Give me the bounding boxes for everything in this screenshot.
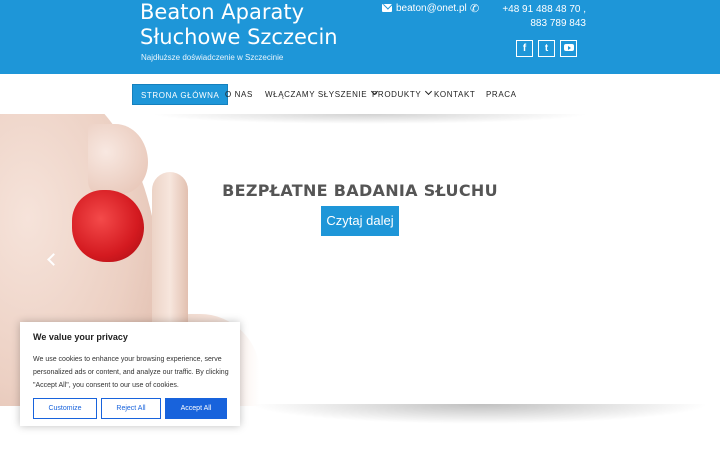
facebook-icon[interactable]: f	[516, 40, 533, 57]
site-title[interactable]: Beaton Aparaty Słuchowe Szczecin	[140, 0, 370, 50]
youtube-play-icon	[563, 44, 574, 51]
hero-title: BEZPŁATNE BADANIA SŁUCHU	[222, 181, 498, 200]
nav-item-work[interactable]: PRACA	[486, 84, 517, 105]
contact-email[interactable]: beaton@onet.pl	[396, 3, 467, 14]
nav-item-home[interactable]: STRONA GŁÓWNA	[132, 84, 229, 105]
youtube-icon[interactable]	[560, 40, 577, 57]
reject-all-button[interactable]: Reject All	[101, 398, 161, 419]
nav-item-contact[interactable]: KONTAKT	[434, 84, 475, 105]
nav-item-label: PRACA	[486, 90, 517, 99]
cookie-title: We value your privacy	[33, 332, 128, 342]
phone-icon: ✆	[470, 3, 480, 15]
cookie-text: We use cookies to enhance your browsing …	[33, 356, 229, 389]
nav-item-about[interactable]: O NAS	[225, 84, 253, 105]
envelope-icon	[382, 4, 392, 12]
nav-shadow	[150, 114, 590, 124]
hero-image-nose	[88, 124, 148, 194]
hero-image-lips	[72, 190, 144, 262]
nav-item-label: KONTAKT	[434, 90, 476, 99]
site-tagline: Najdłuższe doświadczenie w Szczecinie	[141, 53, 284, 62]
nav-item-label: PRODUKTY	[372, 90, 422, 99]
customize-button[interactable]: Customize	[33, 398, 97, 419]
hero-shadow	[250, 404, 710, 424]
nav-item-label: STRONA GŁÓWNA	[141, 91, 220, 100]
chevron-down-icon	[425, 87, 433, 96]
nav-item-products[interactable]: PRODUKTY	[372, 84, 433, 105]
cookie-consent-banner: We value your privacy We use cookies to …	[20, 322, 240, 426]
accept-all-button[interactable]: Accept All	[165, 398, 227, 419]
nav-item-hearing[interactable]: WŁĄCZAMY SŁYSZENIE	[265, 84, 379, 105]
twitter-icon[interactable]: t	[538, 40, 555, 57]
contact-phone[interactable]: +48 91 488 48 70 , 883 789 843	[486, 3, 586, 31]
site-header: Beaton Aparaty Słuchowe Szczecin Najdłuż…	[0, 0, 720, 74]
main-navigation: STRONA GŁÓWNA O NAS WŁĄCZAMY SŁYSZENIE P…	[0, 74, 720, 114]
nav-item-label: WŁĄCZAMY SŁYSZENIE	[265, 90, 368, 99]
nav-item-label: O NAS	[225, 90, 253, 99]
read-more-button[interactable]: Czytaj dalej	[321, 206, 399, 236]
